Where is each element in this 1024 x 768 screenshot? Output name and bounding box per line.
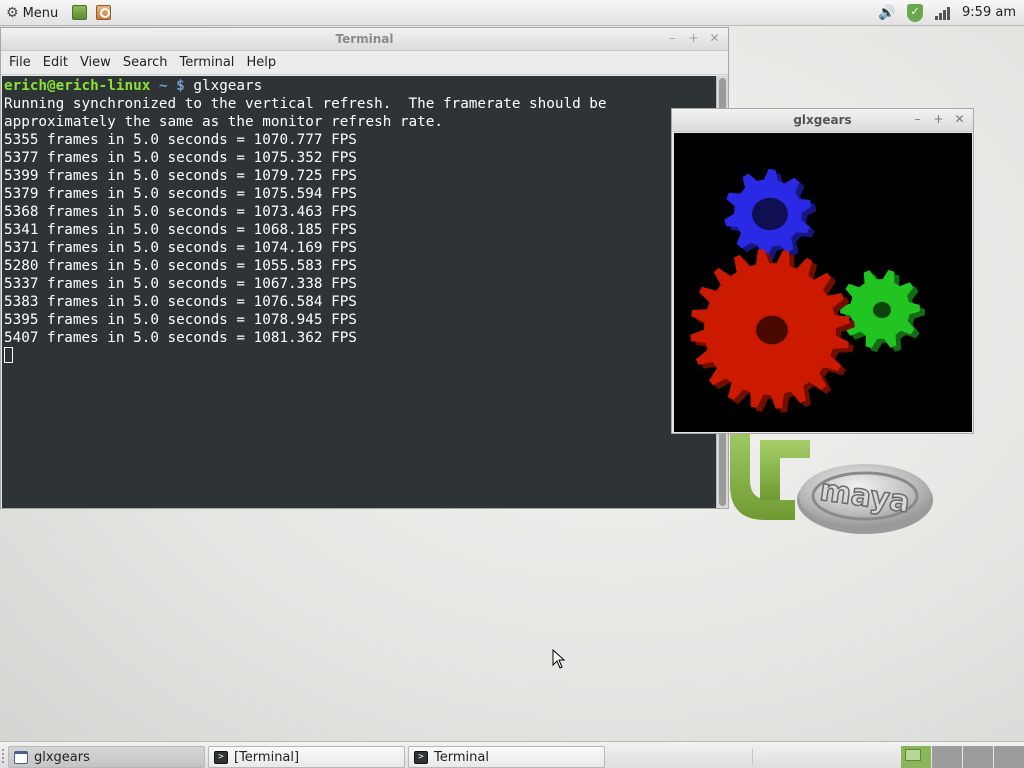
panel-separator xyxy=(752,749,753,765)
menu-file[interactable]: File xyxy=(3,55,37,70)
update-shield-icon[interactable]: ✓ xyxy=(906,4,924,22)
mouse-pointer-icon xyxy=(552,649,566,669)
linux-mint-maya-logo: maya xyxy=(730,420,933,534)
output-line: 5395 frames in 5.0 seconds = 1078.945 FP… xyxy=(4,312,357,328)
output-line: 5379 frames in 5.0 seconds = 1075.594 FP… xyxy=(4,186,357,202)
window-icon xyxy=(14,750,28,764)
taskbar-item-terminal-hidden[interactable]: > [Terminal] xyxy=(208,746,405,768)
panel-grip[interactable] xyxy=(2,749,6,763)
text-cursor xyxy=(4,347,13,363)
glxgears-window[interactable]: glxgears – + ✕ xyxy=(671,108,974,434)
red-gear-hole xyxy=(756,315,788,345)
maximize-icon[interactable]: + xyxy=(931,112,946,127)
minimize-icon[interactable]: – xyxy=(665,31,680,46)
output-line: 5407 frames in 5.0 seconds = 1081.362 FP… xyxy=(4,330,357,346)
output-line: 5371 frames in 5.0 seconds = 1074.169 FP… xyxy=(4,240,357,256)
output-line: 5341 frames in 5.0 seconds = 1068.185 FP… xyxy=(4,222,357,238)
menu-view[interactable]: View xyxy=(74,55,117,70)
maximize-icon[interactable]: + xyxy=(686,31,701,46)
gears-canvas xyxy=(674,133,972,432)
terminal-title: Terminal xyxy=(335,32,394,46)
output-line: 5355 frames in 5.0 seconds = 1070.777 FP… xyxy=(4,132,357,148)
green-gear-hole xyxy=(873,301,891,319)
output-line: 5399 frames in 5.0 seconds = 1079.725 FP… xyxy=(4,168,357,184)
cursor-line xyxy=(4,347,716,365)
output-line: 5383 frames in 5.0 seconds = 1076.584 FP… xyxy=(4,294,357,310)
volume-icon[interactable]: 🔊 xyxy=(878,4,896,22)
blue-gear-hole xyxy=(752,197,788,231)
menu-edit[interactable]: Edit xyxy=(37,55,74,70)
menu-search[interactable]: Search xyxy=(117,55,174,70)
menu-terminal[interactable]: Terminal xyxy=(173,55,240,70)
terminal-window[interactable]: Terminal – + ✕ File Edit View Search Ter… xyxy=(0,27,729,509)
clock[interactable]: 9:59 am xyxy=(962,5,1016,20)
workspace-switcher[interactable] xyxy=(901,746,1024,768)
glxgears-titlebar[interactable]: glxgears – + ✕ xyxy=(672,109,973,132)
workspace-4[interactable] xyxy=(994,746,1024,768)
close-icon[interactable]: ✕ xyxy=(952,112,967,127)
workspace-1[interactable] xyxy=(901,746,931,768)
files-launcher-icon[interactable] xyxy=(72,5,87,20)
taskbar-item-glxgears[interactable]: glxgears xyxy=(8,746,205,768)
prompt-path: ~ $ xyxy=(158,78,185,94)
output-line: approximately the same as the monitor re… xyxy=(4,114,443,130)
terminal-menubar: File Edit View Search Terminal Help xyxy=(1,51,728,75)
taskbar-label: [Terminal] xyxy=(234,749,300,765)
taskbar-label: glxgears xyxy=(34,749,90,765)
terminal-icon: > xyxy=(214,750,228,764)
output-line: Running synchronized to the vertical ref… xyxy=(4,96,607,112)
top-panel: ⚙ Menu 🔊 ✓ 9:59 am xyxy=(0,0,1024,26)
workspace-3[interactable] xyxy=(963,746,993,768)
network-icon[interactable] xyxy=(932,4,950,22)
prompt-command: glxgears xyxy=(193,78,263,94)
output-line: 5280 frames in 5.0 seconds = 1055.583 FP… xyxy=(4,258,357,274)
taskbar-label: Terminal xyxy=(434,749,489,765)
terminal-output[interactable]: erich@erich-linux ~ $ glxgears Running sy… xyxy=(2,76,716,508)
minimize-icon[interactable]: – xyxy=(910,112,925,127)
output-line: 5368 frames in 5.0 seconds = 1073.463 FP… xyxy=(4,204,357,220)
bottom-panel: glxgears > [Terminal] > Terminal xyxy=(0,741,1024,768)
terminal-titlebar[interactable]: Terminal – + ✕ xyxy=(1,28,728,51)
close-icon[interactable]: ✕ xyxy=(707,31,722,46)
main-menu-button[interactable]: ⚙ Menu xyxy=(6,3,58,23)
search-launcher-icon[interactable] xyxy=(96,5,111,20)
output-line: 5337 frames in 5.0 seconds = 1067.338 FP… xyxy=(4,276,357,292)
menu-label: Menu xyxy=(22,5,59,21)
output-line: 5377 frames in 5.0 seconds = 1075.352 FP… xyxy=(4,150,357,166)
prompt-user: erich@erich-linux xyxy=(4,78,151,94)
menu-help[interactable]: Help xyxy=(240,55,282,70)
prompt-line: erich@erich-linux ~ $ glxgears xyxy=(4,77,716,95)
terminal-icon: > xyxy=(414,750,428,764)
taskbar-item-terminal[interactable]: > Terminal xyxy=(408,746,605,768)
gear-icon: ⚙ xyxy=(6,5,19,21)
workspace-2[interactable] xyxy=(932,746,962,768)
